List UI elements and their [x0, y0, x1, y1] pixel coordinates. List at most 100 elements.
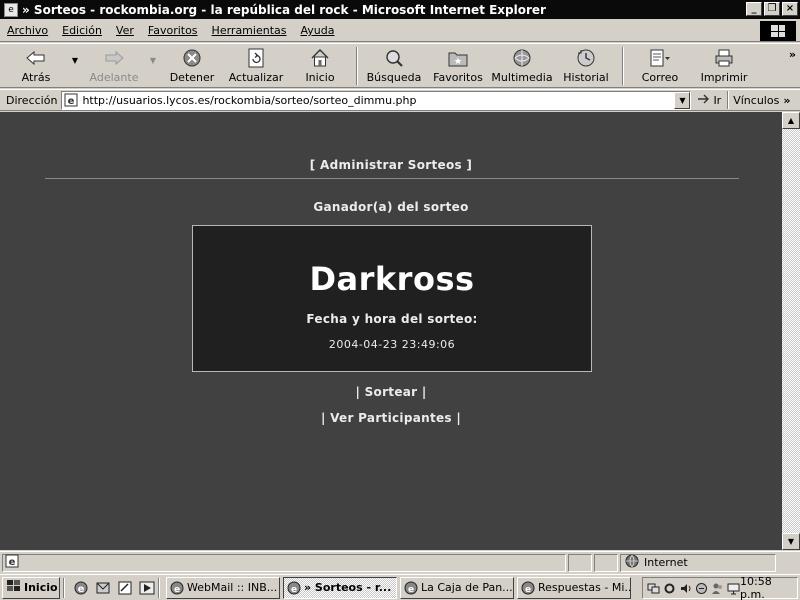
links-more-chevron-icon[interactable]: » — [783, 94, 790, 107]
media-button[interactable]: Multimedia — [490, 47, 554, 87]
task-respuestas[interactable]: e Respuestas - Mi... — [517, 576, 631, 599]
favorites-button[interactable]: Favoritos — [426, 47, 490, 87]
draw-date-label: Fecha y hora del sorteo: — [306, 312, 478, 326]
printer-icon — [713, 47, 735, 69]
refresh-button[interactable]: Actualizar — [224, 47, 288, 87]
address-input[interactable]: e http://usuarios.lycos.es/rockombia/sor… — [61, 90, 692, 110]
ie-task-icon: e — [521, 581, 535, 595]
svg-text:e: e — [68, 96, 75, 107]
admin-sorteos-link[interactable]: [ Administrar Sorteos ] — [0, 158, 782, 172]
winner-name: Darkross — [309, 260, 475, 298]
window-title: » Sorteos - rockombia.org - la república… — [22, 2, 546, 17]
connection-tray-icon[interactable] — [695, 582, 708, 595]
taskbar-separator — [158, 577, 160, 598]
search-button[interactable]: Búsqueda — [362, 47, 426, 87]
ie-task-icon: e — [404, 581, 418, 595]
network-tray-icon[interactable] — [647, 582, 660, 595]
media-icon — [511, 47, 533, 69]
back-dropdown-icon[interactable]: ▼ — [68, 47, 82, 73]
internet-globe-icon — [625, 554, 639, 571]
back-button[interactable]: Atrás — [4, 47, 68, 87]
task-caja-de-pandora[interactable]: e La Caja de Pan... — [400, 576, 514, 599]
volume-tray-icon[interactable] — [679, 582, 692, 595]
scroll-down-icon[interactable]: ▼ — [782, 533, 800, 550]
ver-participantes-link[interactable]: | Ver Participantes | — [0, 411, 782, 425]
status-main: e — [2, 553, 566, 572]
scroll-up-icon[interactable]: ▲ — [782, 112, 800, 129]
history-button[interactable]: Historial — [554, 47, 618, 87]
vertical-scrollbar[interactable]: ▲ ▼ — [782, 112, 800, 550]
messenger-tray-icon[interactable] — [711, 582, 724, 595]
menu-ver[interactable]: Ver — [109, 24, 141, 37]
toolbar-more-chevron-icon[interactable]: » — [789, 48, 796, 61]
toolbar-separator — [622, 47, 624, 85]
media-player-quicklaunch-icon[interactable] — [138, 579, 155, 596]
search-icon — [383, 47, 405, 69]
restore-button[interactable]: ❐ — [764, 2, 780, 16]
page-icon: e — [64, 93, 78, 107]
back-arrow-icon — [25, 47, 47, 69]
links-button[interactable]: Vínculos — [729, 94, 783, 107]
sortear-link[interactable]: | Sortear | — [0, 385, 782, 399]
forward-button[interactable]: Adelante — [82, 47, 146, 87]
stop-icon — [181, 47, 203, 69]
standard-toolbar: Atrás ▼ Adelante ▼ Detener Actualizar In… — [0, 43, 800, 88]
taskbar-separator — [63, 577, 65, 598]
quick-launch: e — [72, 579, 155, 596]
winner-box: Darkross Fecha y hora del sorteo: 2004-0… — [192, 225, 592, 372]
security-zone[interactable]: Internet — [620, 553, 776, 572]
ie-page-icon[interactable]: e — [4, 2, 18, 17]
minimize-button[interactable]: _ — [746, 2, 762, 16]
history-icon — [575, 47, 597, 69]
mail-button[interactable]: Correo — [628, 47, 692, 87]
menu-bar: Archivo Edición Ver Favoritos Herramient… — [0, 20, 800, 42]
stop-button[interactable]: Detener — [160, 47, 224, 87]
forward-dropdown-icon[interactable]: ▼ — [146, 47, 160, 73]
system-tray: 10:58 p.m. — [642, 575, 798, 600]
go-arrow-icon — [697, 93, 711, 108]
go-button[interactable]: Ir — [691, 93, 727, 108]
winner-heading: Ganador(a) del sorteo — [313, 200, 469, 214]
task-sorteos[interactable]: e » Sorteos - r... — [283, 576, 397, 599]
settings-tray-icon[interactable] — [663, 582, 676, 595]
ie-quicklaunch-icon[interactable]: e — [72, 579, 89, 596]
svg-text:e: e — [9, 557, 16, 568]
monitor-tray-icon[interactable] — [727, 582, 740, 595]
menu-edicion[interactable]: Edición — [55, 24, 109, 37]
divider — [45, 178, 739, 179]
svg-text:e: e — [77, 584, 84, 595]
print-button[interactable]: Imprimir — [692, 47, 756, 87]
page-viewport: [ Administrar Sorteos ] Ganador(a) del s… — [0, 112, 782, 550]
ie-task-icon: e — [287, 581, 301, 595]
svg-text:e: e — [408, 585, 414, 595]
status-cell — [594, 553, 618, 572]
home-button[interactable]: Inicio — [288, 47, 352, 87]
menu-ayuda[interactable]: Ayuda — [293, 24, 341, 37]
window-title-bar[interactable]: e » Sorteos - rockombia.org - la repúbli… — [0, 0, 800, 19]
outlook-quicklaunch-icon[interactable] — [94, 579, 111, 596]
task-webmail[interactable]: e WebMail :: INB... — [166, 576, 280, 599]
taskbar: Inicio e e WebMail :: INB... e » Sorteos… — [0, 574, 800, 600]
svg-text:e: e — [525, 585, 531, 595]
windows-flag-icon — [6, 579, 22, 596]
forward-arrow-icon — [103, 47, 125, 69]
close-button[interactable]: × — [782, 2, 798, 16]
desktop-quicklaunch-icon[interactable] — [116, 579, 133, 596]
favorites-folder-icon — [447, 47, 469, 69]
clock[interactable]: 10:58 p.m. — [740, 575, 793, 600]
address-label: Dirección — [6, 93, 58, 107]
menu-archivo[interactable]: Archivo — [0, 24, 55, 37]
toolbar-separator — [356, 47, 358, 85]
address-url: http://usuarios.lycos.es/rockombia/sorte… — [82, 93, 417, 107]
svg-text:e: e — [291, 585, 297, 595]
menu-herramientas[interactable]: Herramientas — [205, 24, 294, 37]
address-bar: Dirección e http://usuarios.lycos.es/roc… — [0, 89, 800, 111]
start-button[interactable]: Inicio — [2, 576, 60, 599]
ie-task-icon: e — [170, 581, 184, 595]
svg-text:e: e — [174, 585, 180, 595]
address-dropdown-icon[interactable]: ▼ — [674, 91, 691, 109]
status-bar: e Internet — [0, 551, 800, 573]
status-page-icon: e — [5, 554, 19, 571]
windows-logo-icon — [760, 21, 796, 41]
menu-favoritos[interactable]: Favoritos — [141, 24, 205, 37]
